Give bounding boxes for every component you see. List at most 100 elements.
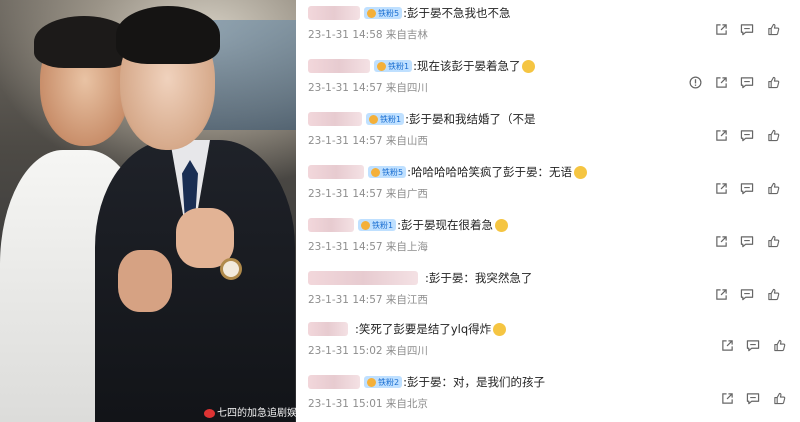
comment-item: 铁粉5:彭于晏不急我也不急 23-1-31 14:58 来自吉林 <box>296 0 800 53</box>
username-blurred[interactable] <box>308 218 354 232</box>
comment-location: 来自四川 <box>385 82 428 94</box>
comment-actions <box>708 179 786 197</box>
username-blurred[interactable] <box>308 322 348 336</box>
comment-text: :笑死了彭要是结了ylq得炸 <box>355 322 492 336</box>
comment-text: :彭于晏和我结婚了（不是 <box>405 112 536 126</box>
comment-text: :现在该彭于晏着急了 <box>413 59 521 73</box>
comment-icon[interactable] <box>734 73 760 91</box>
comment-meta: 23-1-31 14:57 来自广西 <box>308 186 428 201</box>
weibo-watermark: 七四的加急追剧娱 <box>204 404 296 419</box>
share-icon[interactable] <box>708 126 734 144</box>
fan-badge: 铁粉1 <box>358 219 397 231</box>
username-blurred[interactable] <box>308 6 360 20</box>
comment-item: 铁粉1:彭于晏和我结婚了（不是 23-1-31 14:57 来自山西 <box>296 106 800 159</box>
fan-badge-label: 铁粉1 <box>388 61 410 71</box>
comment-text: :哈哈哈哈哈笑疯了彭于晏：无语 <box>407 165 572 179</box>
username-blurred[interactable] <box>308 271 418 285</box>
comment-location: 来自江西 <box>385 294 428 306</box>
comment-time: 23-1-31 14:58 <box>308 29 383 41</box>
comment-meta: 23-1-31 15:01 来自北京 <box>308 396 428 411</box>
comment-text: :彭于晏现在很着急 <box>397 218 493 232</box>
comment-icon[interactable] <box>734 126 760 144</box>
wristwatch <box>220 258 242 280</box>
like-icon[interactable] <box>760 73 786 91</box>
emoji-icon <box>494 218 508 232</box>
comment-actions <box>708 232 786 250</box>
comment-icon[interactable] <box>734 179 760 197</box>
username-blurred[interactable] <box>308 165 364 179</box>
comment-time: 23-1-31 14:57 <box>308 241 383 253</box>
comment-item: 铁粉2:彭于晏：对，是我们的孩子 23-1-31 15:01 来自北京 <box>296 369 800 422</box>
like-icon[interactable] <box>760 179 786 197</box>
person-right-hair <box>116 6 220 64</box>
fan-badge: 铁粉5 <box>368 166 407 178</box>
comment-line: 铁粉5:彭于晏不急我也不急 <box>308 4 510 22</box>
comment-text: :彭于晏：我突然急了 <box>425 271 533 285</box>
fan-badge-label: 铁粉1 <box>372 220 394 230</box>
comment-icon[interactable] <box>740 389 766 407</box>
comment-location: 来自吉林 <box>385 29 428 41</box>
comment-time: 23-1-31 14:57 <box>308 294 383 306</box>
comment-meta: 23-1-31 15:02 来自四川 <box>308 343 428 358</box>
username-blurred[interactable] <box>308 375 360 389</box>
comment-meta: 23-1-31 14:57 来自上海 <box>308 239 428 254</box>
share-icon[interactable] <box>708 285 734 303</box>
like-icon[interactable] <box>760 232 786 250</box>
comment-meta: 23-1-31 14:57 来自江西 <box>308 292 428 307</box>
share-icon[interactable] <box>714 389 740 407</box>
fan-badge: 铁粉2 <box>364 376 403 388</box>
fan-badge: 铁粉1 <box>374 60 413 72</box>
share-icon[interactable] <box>708 232 734 250</box>
fan-badge: 铁粉1 <box>366 113 405 125</box>
comment-location: 来自上海 <box>385 241 428 253</box>
username-blurred[interactable] <box>308 112 362 126</box>
comment-line: :彭于晏：我突然急了 <box>308 269 532 287</box>
comment-item: 铁粉5:哈哈哈哈哈笑疯了彭于晏：无语 23-1-31 14:57 来自广西 <box>296 159 800 212</box>
comment-item: 铁粉1:彭于晏现在很着急 23-1-31 14:57 来自上海 <box>296 212 800 265</box>
comment-location: 来自北京 <box>385 398 428 410</box>
like-icon[interactable] <box>766 336 792 354</box>
like-icon[interactable] <box>760 126 786 144</box>
emoji-icon <box>493 322 507 336</box>
comment-location: 来自广西 <box>385 188 428 200</box>
comment-icon[interactable] <box>734 285 760 303</box>
share-icon[interactable] <box>708 20 734 38</box>
comment-location: 来自山西 <box>385 135 428 147</box>
username-blurred[interactable] <box>308 59 370 73</box>
comment-icon[interactable] <box>734 20 760 38</box>
comment-line: 铁粉1:彭于晏和我结婚了（不是 <box>308 110 535 128</box>
comment-time: 23-1-31 15:02 <box>308 345 383 357</box>
comment-actions <box>708 285 786 303</box>
share-icon[interactable] <box>714 336 740 354</box>
like-icon[interactable] <box>766 389 792 407</box>
crown-icon <box>371 167 380 177</box>
comment-actions <box>682 73 786 91</box>
comment-meta: 23-1-31 14:57 来自四川 <box>308 80 428 95</box>
comment-icon[interactable] <box>734 232 760 250</box>
share-icon[interactable] <box>708 73 734 91</box>
comment-list: 铁粉5:彭于晏不急我也不急 23-1-31 14:58 来自吉林 铁粉1:现在该彭于… <box>296 0 800 422</box>
comment-icon[interactable] <box>740 336 766 354</box>
share-icon[interactable] <box>708 179 734 197</box>
report-icon[interactable] <box>682 73 708 91</box>
fan-badge-label: 铁粉5 <box>382 167 404 177</box>
like-icon[interactable] <box>760 20 786 38</box>
comment-item: :彭于晏：我突然急了 23-1-31 14:57 来自江西 <box>296 265 800 318</box>
like-icon[interactable] <box>760 285 786 303</box>
comment-text: :彭于晏：对，是我们的孩子 <box>403 375 545 389</box>
emoji-icon <box>522 59 536 73</box>
fan-badge-label: 铁粉5 <box>378 8 400 18</box>
comment-line: 铁粉1:彭于晏现在很着急 <box>308 216 508 234</box>
comment-meta: 23-1-31 14:58 来自吉林 <box>308 27 428 42</box>
fan-badge: 铁粉5 <box>364 7 403 19</box>
comment-item: :笑死了彭要是结了ylq得炸 23-1-31 15:02 来自四川 <box>296 316 800 369</box>
crown-icon <box>377 61 386 71</box>
crown-icon <box>361 220 370 230</box>
comment-text: :彭于晏不急我也不急 <box>403 6 511 20</box>
weibo-logo-icon <box>204 408 215 418</box>
comment-actions <box>714 336 792 354</box>
comment-line: 铁粉2:彭于晏：对，是我们的孩子 <box>308 373 545 391</box>
emoji-icon <box>573 165 587 179</box>
fan-badge-label: 铁粉2 <box>378 377 400 387</box>
comment-meta: 23-1-31 14:57 来自山西 <box>308 133 428 148</box>
